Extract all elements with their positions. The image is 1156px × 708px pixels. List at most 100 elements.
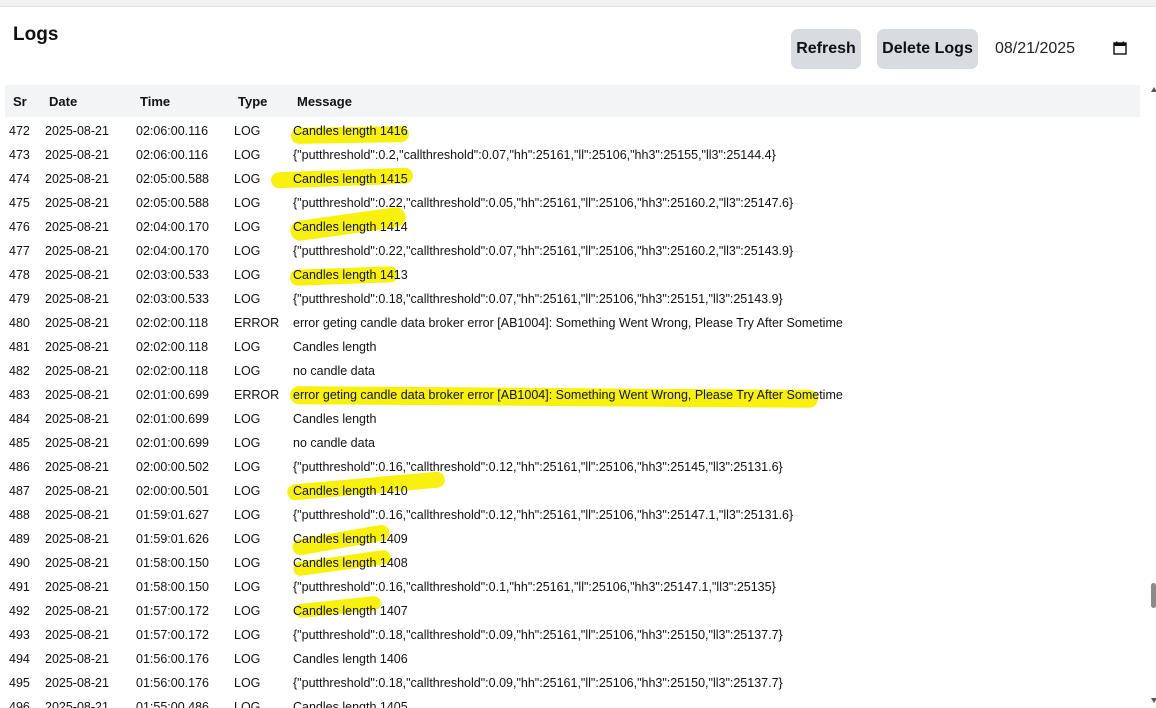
cell-time: 02:01:00.699 [136, 436, 209, 450]
cell-date: 2025-08-21 [45, 508, 109, 522]
cell-type: LOG [234, 580, 261, 594]
cell-message: Candles length 1410 [293, 484, 408, 498]
column-header-sr: Sr [13, 94, 27, 109]
table-row: 480 2025-08-21 02:02:00.118 ERROR error geti… [5, 312, 1140, 336]
table-row: 496 2025-08-21 01:55:00.486 LOG Candles leng… [5, 696, 1140, 708]
cell-type: LOG [234, 532, 261, 546]
table-row: 488 2025-08-21 01:59:01.627 LOG {"putthresho… [5, 504, 1140, 528]
cell-time: 01:56:00.176 [136, 676, 209, 690]
cell-sr: 492 [9, 604, 30, 618]
cell-message: {"putthreshold":0.22,"callthreshold":0.0… [293, 196, 794, 210]
column-header-time: Time [140, 94, 171, 109]
delete-logs-button[interactable]: Delete Logs [877, 29, 978, 69]
cell-time: 01:56:00.176 [136, 652, 209, 666]
cell-message: {"putthreshold":0.22,"callthreshold":0.0… [293, 244, 794, 258]
page-title: Logs [13, 24, 59, 45]
cell-message: Candles length 1408 [293, 556, 408, 570]
cell-time: 01:55:00.486 [136, 700, 209, 708]
cell-time: 02:03:00.533 [136, 292, 209, 306]
table-row: 489 2025-08-21 01:59:01.626 LOG Candles leng… [5, 528, 1140, 552]
date-picker-input[interactable]: 08/21/2025 [995, 40, 1135, 60]
cell-date: 2025-08-21 [45, 220, 109, 234]
cell-date: 2025-08-21 [45, 652, 109, 666]
cell-date: 2025-08-21 [45, 460, 109, 474]
cell-message: {"putthreshold":0.16,"callthreshold":0.1… [293, 460, 783, 474]
cell-date: 2025-08-21 [45, 172, 109, 186]
cell-time: 02:06:00.116 [136, 148, 209, 162]
table-row: 474 2025-08-21 02:05:00.588 LOG Candles leng… [5, 168, 1140, 192]
cell-date: 2025-08-21 [45, 388, 109, 402]
cell-time: 02:04:00.170 [136, 220, 209, 234]
cell-date: 2025-08-21 [45, 484, 109, 498]
table-row: 486 2025-08-21 02:00:00.502 LOG {"putthresho… [5, 456, 1140, 480]
cell-message: Candles length 1405 [293, 700, 408, 708]
cell-message: Candles length [293, 412, 377, 426]
cell-sr: 480 [9, 316, 30, 330]
table-row: 487 2025-08-21 02:00:00.501 LOG Candles leng… [5, 480, 1140, 504]
calendar-icon[interactable] [1113, 41, 1127, 55]
cell-date: 2025-08-21 [45, 340, 109, 354]
cell-type: LOG [234, 340, 261, 354]
cell-type: LOG [234, 244, 261, 258]
cell-message: Candles length 1406 [293, 652, 408, 666]
cell-type: LOG [234, 292, 261, 306]
cell-time: 02:01:00.699 [136, 388, 209, 402]
scroll-down-arrow-icon[interactable] [1151, 698, 1156, 703]
cell-sr: 486 [9, 460, 30, 474]
cell-type: LOG [234, 484, 261, 498]
cell-date: 2025-08-21 [45, 532, 109, 546]
cell-date: 2025-08-21 [45, 676, 109, 690]
cell-time: 02:01:00.699 [136, 412, 209, 426]
scroll-up-arrow-icon[interactable] [1151, 87, 1156, 92]
cell-time: 01:58:00.150 [136, 556, 209, 570]
cell-message: {"putthreshold":0.18,"callthreshold":0.0… [293, 676, 783, 690]
cell-type: ERROR [234, 388, 280, 402]
cell-type: LOG [234, 196, 261, 210]
cell-message: {"putthreshold":0.18,"callthreshold":0.0… [293, 292, 783, 306]
cell-type: LOG [234, 700, 261, 708]
cell-type: LOG [234, 412, 261, 426]
cell-message: error geting candle data broker error [A… [293, 388, 843, 402]
cell-time: 02:05:00.588 [136, 172, 209, 186]
date-value: 08/21/2025 [995, 40, 1076, 57]
table-row: 482 2025-08-21 02:02:00.118 LOG no candle da… [5, 360, 1140, 384]
cell-type: ERROR [234, 316, 280, 330]
table-row: 491 2025-08-21 01:58:00.150 LOG {"putthresho… [5, 576, 1140, 600]
refresh-button[interactable]: Refresh [791, 29, 861, 69]
cell-sr: 481 [9, 340, 30, 354]
table-row: 492 2025-08-21 01:57:00.172 LOG Candles leng… [5, 600, 1140, 624]
cell-date: 2025-08-21 [45, 316, 109, 330]
cell-type: LOG [234, 508, 261, 522]
scrollbar-thumb[interactable] [1151, 583, 1156, 608]
cell-sr: 479 [9, 292, 30, 306]
cell-sr: 484 [9, 412, 30, 426]
table-row: 483 2025-08-21 02:01:00.699 ERROR error geti… [5, 384, 1140, 408]
cell-date: 2025-08-21 [45, 196, 109, 210]
cell-message: Candles length 1409 [293, 532, 408, 546]
cell-time: 02:02:00.118 [136, 364, 209, 378]
table-row: 475 2025-08-21 02:05:00.588 LOG {"putthresho… [5, 192, 1140, 216]
cell-sr: 477 [9, 244, 30, 258]
table-row: 476 2025-08-21 02:04:00.170 LOG Candles leng… [5, 216, 1140, 240]
cell-type: LOG [234, 124, 261, 138]
cell-sr: 494 [9, 652, 30, 666]
cell-time: 02:00:00.502 [136, 460, 209, 474]
cell-message: {"putthreshold":0.2,"callthreshold":0.07… [293, 148, 776, 162]
cell-sr: 496 [9, 700, 30, 708]
cell-date: 2025-08-21 [45, 628, 109, 642]
scrollbar[interactable] [1149, 80, 1156, 708]
cell-type: LOG [234, 628, 261, 642]
cell-sr: 474 [9, 172, 30, 186]
cell-date: 2025-08-21 [45, 436, 109, 450]
cell-sr: 472 [9, 124, 30, 138]
table-row: 490 2025-08-21 01:58:00.150 LOG Candles leng… [5, 552, 1140, 576]
cell-sr: 478 [9, 268, 30, 282]
cell-date: 2025-08-21 [45, 580, 109, 594]
cell-type: LOG [234, 172, 261, 186]
table-row: 485 2025-08-21 02:01:00.699 LOG no candle da… [5, 432, 1140, 456]
cell-message: Candles length 1416 [293, 124, 408, 138]
table-row: 484 2025-08-21 02:01:00.699 LOG Candles leng… [5, 408, 1140, 432]
cell-time: 02:02:00.118 [136, 316, 209, 330]
cell-sr: 489 [9, 532, 30, 546]
cell-sr: 491 [9, 580, 30, 594]
